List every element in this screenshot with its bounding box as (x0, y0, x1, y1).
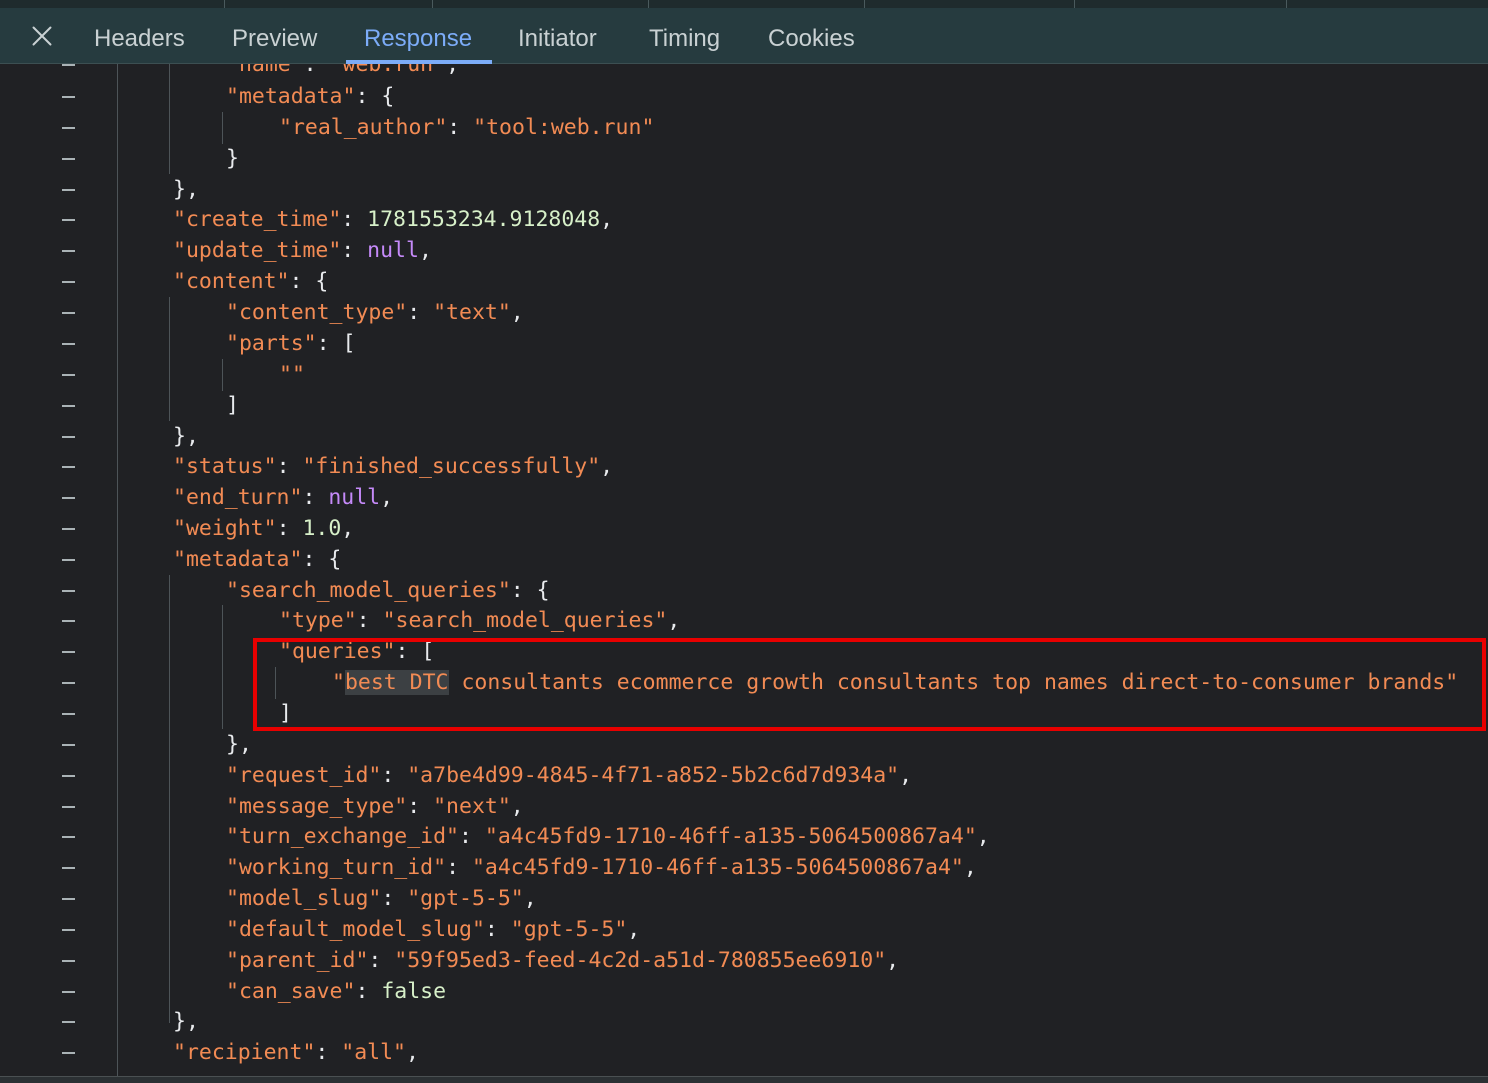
devtools-tab-bar: Headers Preview Response Initiator Timin… (0, 0, 1488, 64)
json-line: "metadata": { (0, 544, 1488, 575)
json-line: "real_author": "tool:web.run" (0, 112, 1488, 143)
json-line: "content": { (0, 266, 1488, 297)
close-icon[interactable] (28, 22, 56, 50)
json-line: "" (0, 359, 1488, 390)
json-line: }, (0, 174, 1488, 205)
panel-divider-strip (0, 0, 1488, 8)
json-line: } (0, 143, 1488, 174)
json-line: "content_type": "text", (0, 297, 1488, 328)
json-line: "name": "web.run", (0, 64, 1488, 80)
json-line: "metadata": { (0, 81, 1488, 112)
json-line: }, (0, 729, 1488, 760)
json-line: "type": "search_model_queries", (0, 605, 1488, 636)
json-line: }, (0, 1006, 1488, 1037)
json-line: "model_slug": "gpt-5-5", (0, 883, 1488, 914)
json-line: "turn_exchange_id": "a4c45fd9-1710-46ff-… (0, 821, 1488, 852)
json-line: "can_save": false (0, 976, 1488, 1007)
json-line: "message_type": "next", (0, 791, 1488, 822)
json-line: "default_model_slug": "gpt-5-5", (0, 914, 1488, 945)
tab-response[interactable]: Response (345, 16, 493, 64)
tab-headers[interactable]: Headers (94, 16, 185, 62)
json-line: "parent_id": "59f95ed3-feed-4c2d-a51d-78… (0, 945, 1488, 976)
tab-cookies[interactable]: Cookies (768, 16, 855, 62)
json-line: }, (0, 421, 1488, 452)
json-line: ] (0, 390, 1488, 421)
json-line: "update_time": null, (0, 235, 1488, 266)
tab-preview[interactable]: Preview (232, 16, 317, 62)
json-line: "status": "finished_successfully", (0, 451, 1488, 482)
json-line: "recipient": "all", (0, 1037, 1488, 1068)
json-line: "working_turn_id": "a4c45fd9-1710-46ff-a… (0, 852, 1488, 883)
tab-initiator[interactable]: Initiator (518, 16, 597, 62)
json-line: "search_model_queries": { (0, 575, 1488, 606)
tab-timing[interactable]: Timing (649, 16, 720, 62)
json-line: "end_turn": null, (0, 482, 1488, 513)
json-line: "create_time": 1781553234.9128048, (0, 204, 1488, 235)
json-line: "weight": 1.0, (0, 513, 1488, 544)
response-body[interactable]: "name": "web.run", "metadata": { "real_a… (0, 64, 1488, 1076)
annotation-red-box (253, 638, 1486, 731)
json-line: "request_id": "a7be4d99-4845-4f71-a852-5… (0, 760, 1488, 791)
json-line: "parts": [ (0, 328, 1488, 359)
